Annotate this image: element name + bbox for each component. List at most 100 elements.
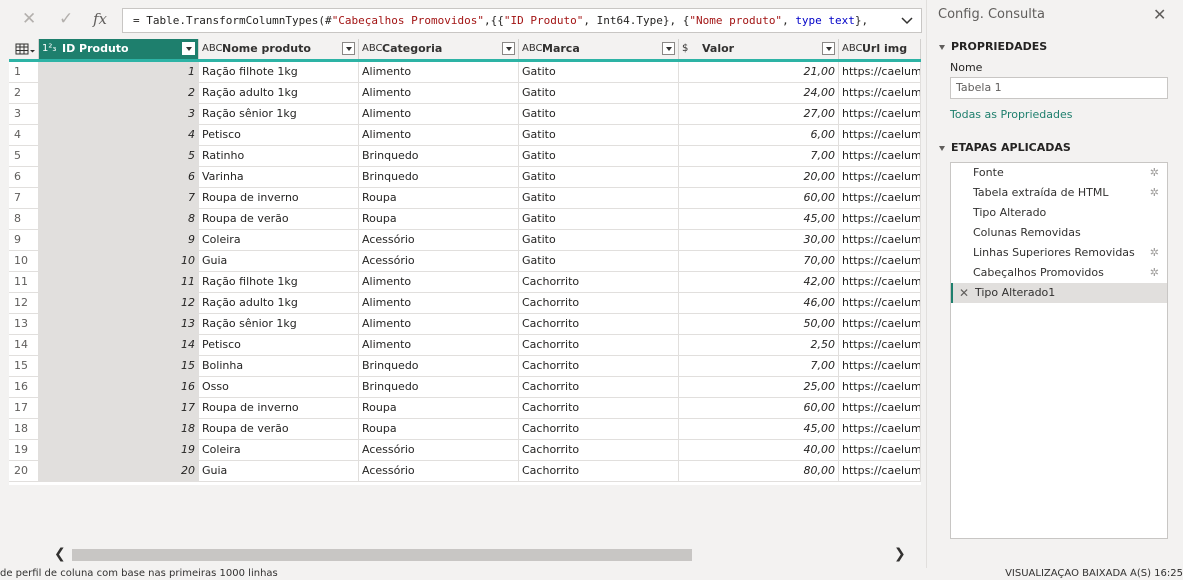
cell-id-produto[interactable]: 4	[39, 125, 199, 146]
cell-marca[interactable]: Gatito	[519, 62, 679, 83]
cell-id-produto[interactable]: 12	[39, 293, 199, 314]
currency-type-icon[interactable]: $	[682, 39, 688, 59]
cell-marca[interactable]: Cachorrito	[519, 440, 679, 461]
cell-valor[interactable]: 45,00	[679, 209, 839, 230]
cell-marca[interactable]: Cachorrito	[519, 419, 679, 440]
cell-valor[interactable]: 20,00	[679, 167, 839, 188]
cell-categoria[interactable]: Alimento	[359, 62, 519, 83]
collapse-icon[interactable]	[939, 145, 945, 151]
applied-step[interactable]: ✕ Tipo Alterado1	[951, 283, 1167, 303]
cell-valor[interactable]: 24,00	[679, 83, 839, 104]
cell-marca[interactable]: Cachorrito	[519, 461, 679, 482]
table-row[interactable]: 2 2 Ração adulto 1kg Alimento Gatito 24,00 htt…	[9, 83, 921, 104]
cell-marca[interactable]: Cachorrito	[519, 272, 679, 293]
table-row[interactable]: 14 14 Petisco Alimento Cachorrito 2,50 https:/…	[9, 335, 921, 356]
cell-valor[interactable]: 70,00	[679, 251, 839, 272]
horizontal-scrollbar[interactable]: ❮ ❯	[48, 545, 912, 563]
table-row[interactable]: 15 15 Bolinha Brinquedo Cachorrito 7,00 https:…	[9, 356, 921, 377]
filter-dropdown-icon[interactable]	[662, 42, 675, 55]
cell-valor[interactable]: 25,00	[679, 377, 839, 398]
cell-marca[interactable]: Cachorrito	[519, 377, 679, 398]
scroll-left-icon[interactable]: ❮	[54, 546, 66, 562]
cell-marca[interactable]: Gatito	[519, 167, 679, 188]
cell-nome-produto[interactable]: Roupa de verão	[199, 209, 359, 230]
text-type-icon[interactable]: ABC	[362, 39, 383, 59]
cell-categoria[interactable]: Roupa	[359, 209, 519, 230]
row-number[interactable]: 8	[9, 209, 39, 230]
applied-step[interactable]: Linhas Superiores Removidas ✲	[951, 243, 1167, 263]
cell-nome-produto[interactable]: Coleira	[199, 440, 359, 461]
cell-id-produto[interactable]: 9	[39, 230, 199, 251]
cell-marca[interactable]: Gatito	[519, 251, 679, 272]
gear-icon[interactable]: ✲	[1150, 183, 1159, 203]
applied-step[interactable]: Cabeçalhos Promovidos ✲	[951, 263, 1167, 283]
cell-valor[interactable]: 80,00	[679, 461, 839, 482]
gear-icon[interactable]: ✲	[1150, 243, 1159, 263]
cell-marca[interactable]: Gatito	[519, 230, 679, 251]
cell-id-produto[interactable]: 15	[39, 356, 199, 377]
column-header-nome-produto[interactable]: ABC Nome produto	[199, 39, 359, 59]
row-number[interactable]: 1	[9, 62, 39, 83]
table-row[interactable]: 9 9 Coleira Acessório Gatito 30,00 https://cae…	[9, 230, 921, 251]
column-header-marca[interactable]: ABC Marca	[519, 39, 679, 59]
applied-step[interactable]: Colunas Removidas	[951, 223, 1167, 243]
applied-step[interactable]: Fonte ✲	[951, 163, 1167, 183]
cell-valor[interactable]: 45,00	[679, 419, 839, 440]
table-row[interactable]: 5 5 Ratinho Brinquedo Gatito 7,00 https://cael…	[9, 146, 921, 167]
cell-url-img[interactable]: https://caelum-c	[839, 83, 921, 104]
text-type-icon[interactable]: ABC	[202, 39, 223, 59]
cell-categoria[interactable]: Roupa	[359, 188, 519, 209]
cell-categoria[interactable]: Alimento	[359, 125, 519, 146]
cell-url-img[interactable]: https://caelum-c	[839, 440, 921, 461]
cell-marca[interactable]: Cachorrito	[519, 335, 679, 356]
cell-valor[interactable]: 42,00	[679, 272, 839, 293]
table-row[interactable]: 8 8 Roupa de verão Roupa Gatito 45,00 https://…	[9, 209, 921, 230]
row-number[interactable]: 15	[9, 356, 39, 377]
cell-url-img[interactable]: https://caelum-c	[839, 293, 921, 314]
cell-url-img[interactable]: https://caelum-c	[839, 209, 921, 230]
cell-url-img[interactable]: https://caelum-c	[839, 188, 921, 209]
row-number[interactable]: 11	[9, 272, 39, 293]
cell-marca[interactable]: Gatito	[519, 83, 679, 104]
row-number[interactable]: 18	[9, 419, 39, 440]
scrollbar-thumb[interactable]	[72, 549, 692, 561]
cell-marca[interactable]: Cachorrito	[519, 314, 679, 335]
cell-marca[interactable]: Gatito	[519, 209, 679, 230]
column-header-id-produto[interactable]: 1²₃ ID Produto	[39, 39, 199, 59]
cell-id-produto[interactable]: 8	[39, 209, 199, 230]
cell-valor[interactable]: 30,00	[679, 230, 839, 251]
cell-url-img[interactable]: https://caelum-c	[839, 314, 921, 335]
cell-categoria[interactable]: Brinquedo	[359, 356, 519, 377]
cell-url-img[interactable]: https://caelum-c	[839, 125, 921, 146]
chevron-down-icon[interactable]	[899, 9, 915, 32]
cell-categoria[interactable]: Acessório	[359, 251, 519, 272]
cell-url-img[interactable]: https://caelum-c	[839, 62, 921, 83]
cell-nome-produto[interactable]: Osso	[199, 377, 359, 398]
cell-valor[interactable]: 50,00	[679, 314, 839, 335]
formula-input[interactable]: = Table.TransformColumnTypes(#"Cabeçalho…	[122, 8, 922, 33]
cell-url-img[interactable]: https://caelum-c	[839, 377, 921, 398]
table-row[interactable]: 6 6 Varinha Brinquedo Gatito 20,00 https://cae…	[9, 167, 921, 188]
cell-nome-produto[interactable]: Petisco	[199, 335, 359, 356]
table-row[interactable]: 16 16 Osso Brinquedo Cachorrito 25,00 https://…	[9, 377, 921, 398]
table-row[interactable]: 19 19 Coleira Acessório Cachorrito 40,00 https…	[9, 440, 921, 461]
cell-valor[interactable]: 27,00	[679, 104, 839, 125]
row-number[interactable]: 7	[9, 188, 39, 209]
cell-url-img[interactable]: https://caelum-c	[839, 419, 921, 440]
scroll-right-icon[interactable]: ❯	[894, 546, 906, 562]
cell-id-produto[interactable]: 11	[39, 272, 199, 293]
cell-url-img[interactable]: https://caelum-c	[839, 167, 921, 188]
fx-icon[interactable]: fx	[93, 8, 107, 30]
filter-dropdown-icon[interactable]	[822, 42, 835, 55]
cell-id-produto[interactable]: 13	[39, 314, 199, 335]
cell-valor[interactable]: 21,00	[679, 62, 839, 83]
cell-nome-produto[interactable]: Ração filhote 1kg	[199, 62, 359, 83]
close-icon[interactable]: ✕	[1153, 5, 1166, 24]
cell-id-produto[interactable]: 5	[39, 146, 199, 167]
cell-nome-produto[interactable]: Guia	[199, 461, 359, 482]
cell-valor[interactable]: 60,00	[679, 398, 839, 419]
cell-categoria[interactable]: Roupa	[359, 419, 519, 440]
row-number[interactable]: 3	[9, 104, 39, 125]
table-row[interactable]: 17 17 Roupa de inverno Roupa Cachorrito 60,00…	[9, 398, 921, 419]
cell-nome-produto[interactable]: Roupa de inverno	[199, 398, 359, 419]
